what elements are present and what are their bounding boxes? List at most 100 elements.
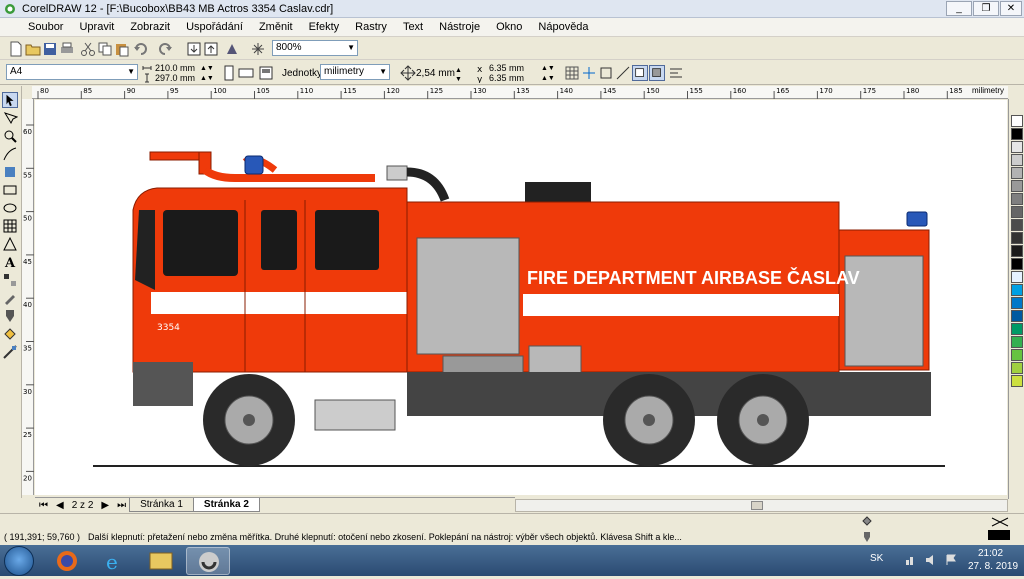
palette-swatch[interactable] bbox=[1011, 232, 1023, 244]
last-page-icon[interactable]: ⏭ bbox=[113, 500, 130, 511]
zoom-tool-icon[interactable] bbox=[2, 128, 18, 144]
palette-swatch[interactable] bbox=[1011, 258, 1023, 270]
nudge-offset-field[interactable]: 2,54 mm bbox=[416, 69, 455, 79]
redo-icon[interactable] bbox=[157, 41, 173, 57]
text-tool-icon[interactable]: A bbox=[2, 254, 18, 270]
fill-tool-icon[interactable] bbox=[2, 326, 18, 342]
taskbar-explorer[interactable] bbox=[139, 547, 183, 575]
palette-swatch[interactable] bbox=[1011, 297, 1023, 309]
snap-to-grid-icon[interactable] bbox=[564, 65, 580, 81]
menu-usporadani[interactable]: Uspořádání bbox=[178, 21, 251, 33]
portrait-icon[interactable] bbox=[221, 65, 237, 81]
palette-swatch[interactable] bbox=[1011, 180, 1023, 192]
undo-icon[interactable] bbox=[133, 41, 149, 57]
drawing-canvas[interactable]: 3354 FIRE DEPARTMENT AIRBASE ČASLAV bbox=[35, 100, 1007, 495]
duplicate-y-spinner[interactable]: ▲▼ bbox=[541, 74, 555, 83]
horizontal-scrollbar[interactable] bbox=[515, 499, 1008, 512]
import-icon[interactable] bbox=[186, 41, 202, 57]
language-indicator[interactable]: SK bbox=[870, 553, 883, 564]
palette-swatch[interactable] bbox=[1011, 206, 1023, 218]
menu-text[interactable]: Text bbox=[395, 21, 431, 33]
page-tab-1[interactable]: Stránka 1 bbox=[129, 498, 194, 512]
prev-page-icon[interactable]: ◀ bbox=[52, 500, 68, 511]
snap-to-objects-icon[interactable] bbox=[598, 65, 614, 81]
palette-swatch[interactable] bbox=[1011, 375, 1023, 387]
palette-swatch[interactable] bbox=[1011, 271, 1023, 283]
new-document-icon[interactable] bbox=[8, 41, 24, 57]
corel-online-icon[interactable] bbox=[250, 41, 266, 57]
options-icon[interactable] bbox=[668, 65, 684, 81]
close-button[interactable]: ✕ bbox=[1000, 1, 1022, 16]
speaker-icon[interactable] bbox=[925, 554, 937, 566]
taskbar-firefox[interactable] bbox=[45, 547, 89, 575]
palette-swatch[interactable] bbox=[1011, 323, 1023, 335]
treat-as-filled-icon[interactable] bbox=[632, 65, 648, 81]
page-width-field[interactable]: 210.0 mm bbox=[155, 64, 195, 73]
palette-swatch[interactable] bbox=[1011, 349, 1023, 361]
ellipse-tool-icon[interactable] bbox=[2, 200, 18, 216]
palette-swatch[interactable] bbox=[1011, 219, 1023, 231]
fire-truck-drawing[interactable]: 3354 FIRE DEPARTMENT AIRBASE ČASLAV bbox=[35, 100, 1007, 495]
menu-efekty[interactable]: Efekty bbox=[301, 21, 348, 33]
palette-swatch[interactable] bbox=[1011, 167, 1023, 179]
paste-icon[interactable] bbox=[114, 41, 130, 57]
start-button[interactable] bbox=[4, 546, 34, 576]
application-launcher-icon[interactable] bbox=[224, 41, 240, 57]
zoom-level-select[interactable]: 800% ▼ bbox=[272, 40, 358, 56]
network-icon[interactable] bbox=[905, 554, 917, 566]
clock-time[interactable]: 21:02 bbox=[978, 548, 1003, 559]
basic-shapes-tool-icon[interactable] bbox=[2, 236, 18, 252]
page-size-select[interactable]: A4 ▼ bbox=[6, 64, 138, 80]
palette-swatch[interactable] bbox=[1011, 245, 1023, 257]
draw-object-properties-icon[interactable] bbox=[649, 65, 665, 81]
rectangle-tool-icon[interactable] bbox=[2, 182, 18, 198]
width-spinner[interactable]: ▲▼ bbox=[200, 64, 214, 73]
taskbar-coreldraw[interactable] bbox=[186, 547, 230, 575]
next-page-icon[interactable]: ▶ bbox=[97, 500, 113, 511]
taskbar-internet-explorer[interactable]: e bbox=[92, 547, 136, 575]
outline-tool-icon[interactable] bbox=[2, 308, 18, 324]
clock-date[interactable]: 27. 8. 2019 bbox=[968, 561, 1018, 572]
freehand-tool-icon[interactable] bbox=[2, 146, 18, 162]
palette-swatch[interactable] bbox=[1011, 115, 1023, 127]
pick-tool-icon[interactable] bbox=[2, 92, 18, 108]
dynamic-guides-icon[interactable] bbox=[615, 65, 631, 81]
flag-icon[interactable] bbox=[945, 554, 957, 566]
page-tab-2[interactable]: Stránka 2 bbox=[192, 498, 260, 512]
menu-zmenit[interactable]: Změnit bbox=[251, 21, 301, 33]
menu-rastry[interactable]: Rastry bbox=[347, 21, 395, 33]
interactive-blend-tool-icon[interactable] bbox=[2, 272, 18, 288]
palette-swatch[interactable] bbox=[1011, 284, 1023, 296]
palette-swatch[interactable] bbox=[1011, 310, 1023, 322]
duplicate-x-field[interactable]: 6.35 mm bbox=[489, 64, 524, 73]
minimize-button[interactable]: _ bbox=[946, 1, 972, 16]
export-icon[interactable] bbox=[203, 41, 219, 57]
menu-upravit[interactable]: Upravit bbox=[71, 21, 122, 33]
print-icon[interactable] bbox=[59, 41, 75, 57]
page-layout-icon[interactable] bbox=[258, 65, 274, 81]
units-select[interactable]: milimetry ▼ bbox=[320, 64, 390, 80]
cut-icon[interactable] bbox=[80, 41, 96, 57]
duplicate-y-field[interactable]: 6.35 mm bbox=[489, 74, 524, 83]
first-page-icon[interactable]: ⏮ bbox=[35, 500, 52, 511]
horizontal-ruler[interactable]: 80 85 90 95 100 105 110 115 120 125 130 135 140 145 15… bbox=[32, 86, 1008, 99]
save-icon[interactable] bbox=[42, 41, 58, 57]
open-icon[interactable] bbox=[25, 41, 41, 57]
palette-swatch[interactable] bbox=[1011, 362, 1023, 374]
vertical-ruler[interactable]: 60555045403530252015 bbox=[22, 99, 34, 526]
landscape-icon[interactable] bbox=[238, 65, 254, 81]
outline-indicator-icon[interactable] bbox=[860, 530, 874, 544]
palette-swatch[interactable] bbox=[1011, 193, 1023, 205]
palette-swatch[interactable] bbox=[1011, 154, 1023, 166]
interactive-fill-tool-icon[interactable] bbox=[2, 344, 18, 360]
menu-napoveda[interactable]: Nápověda bbox=[530, 21, 596, 33]
menu-zobrazit[interactable]: Zobrazit bbox=[122, 21, 178, 33]
palette-swatch[interactable] bbox=[1011, 336, 1023, 348]
menu-okno[interactable]: Okno bbox=[488, 21, 530, 33]
nudge-spinner[interactable]: ▲ ▼ bbox=[455, 66, 462, 84]
snap-to-guidelines-icon[interactable] bbox=[581, 65, 597, 81]
menu-soubor[interactable]: Soubor bbox=[10, 21, 71, 33]
duplicate-x-spinner[interactable]: ▲▼ bbox=[541, 64, 555, 73]
restore-button[interactable]: ❐ bbox=[973, 1, 999, 16]
menu-nastroje[interactable]: Nástroje bbox=[431, 21, 488, 33]
